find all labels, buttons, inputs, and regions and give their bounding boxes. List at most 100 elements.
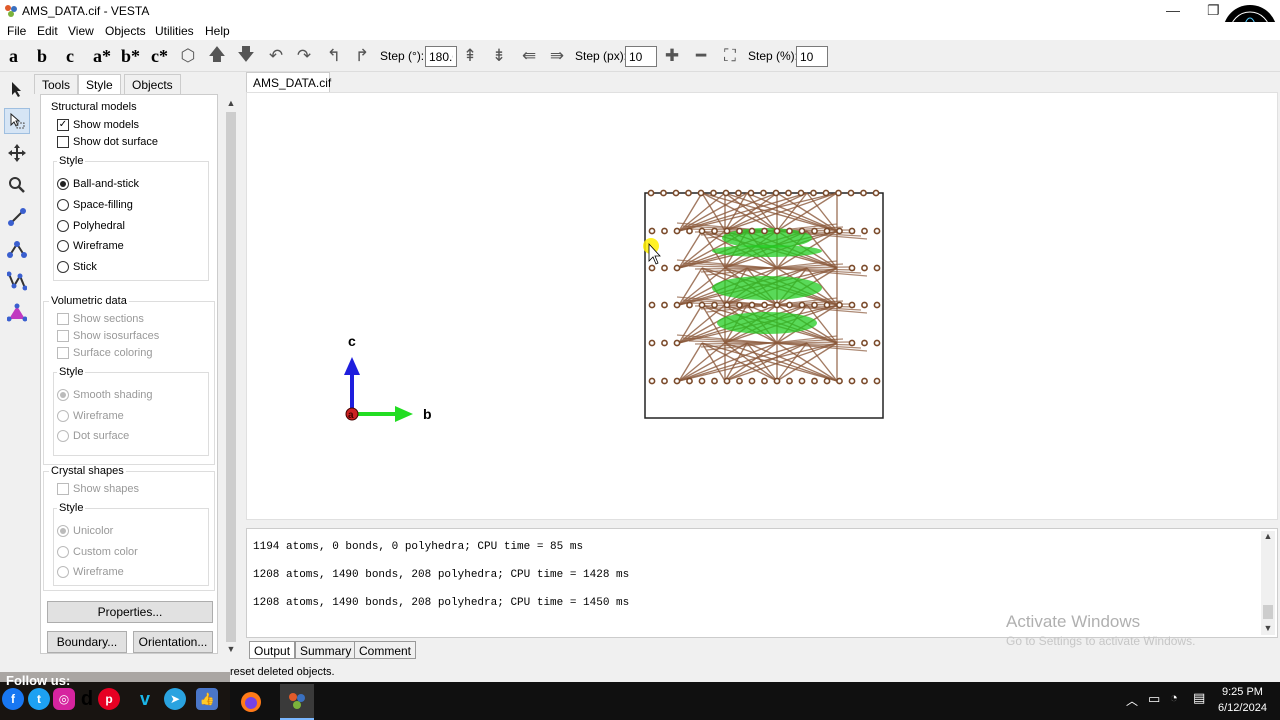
menu-edit[interactable]: Edit	[37, 24, 58, 38]
fit-to-window-icon[interactable]: ⛶	[720, 46, 740, 66]
like-icon[interactable]: 👍	[196, 688, 218, 710]
menu-objects[interactable]: Objects	[105, 24, 146, 38]
step-px-input[interactable]	[625, 46, 657, 67]
atom	[647, 189, 655, 197]
tab-comment[interactable]: Comment	[354, 641, 417, 659]
radio-polyhedral[interactable]: Polyhedral	[57, 220, 125, 232]
show-shapes-checkbox[interactable]: Show shapes	[57, 483, 139, 495]
zoom-out-icon[interactable]: ━	[691, 46, 711, 66]
output-scroll-thumb[interactable]	[1263, 605, 1273, 619]
zoom-in-icon[interactable]: ✚	[662, 46, 682, 66]
side-panel-scrollbar[interactable]: ▲ ▼	[224, 96, 238, 656]
telegram-icon[interactable]: ➤	[164, 688, 186, 710]
move-left-icon[interactable]: ⇚	[519, 46, 539, 66]
move-icon[interactable]	[4, 140, 30, 166]
view-along-b-button[interactable]: b	[37, 46, 47, 67]
output-scroll-down-icon[interactable]: ▼	[1261, 623, 1275, 633]
scroll-up-icon[interactable]: ▲	[225, 98, 237, 108]
tab-style[interactable]: Style	[78, 74, 121, 94]
scroll-thumb[interactable]	[226, 112, 236, 642]
clock-time[interactable]: 9:25 PM	[1222, 686, 1263, 698]
view-along-a-star-button[interactable]: a*	[93, 46, 111, 67]
view-along-c-button[interactable]: c	[66, 46, 74, 67]
bond-angle-icon[interactable]	[4, 236, 30, 262]
rotate-cw-icon[interactable]: ↱	[352, 46, 372, 66]
tab-summary[interactable]: Summary	[295, 641, 357, 659]
clock-date[interactable]: 6/12/2024	[1218, 702, 1267, 714]
notification-icon[interactable]: ▤	[1193, 690, 1205, 706]
facebook-icon[interactable]: f	[2, 688, 24, 710]
bond-length-icon[interactable]	[4, 204, 30, 230]
boundary-button[interactable]: Boundary...	[47, 631, 127, 653]
show-isosurfaces-checkbox[interactable]: Show isosurfaces	[57, 330, 159, 342]
move-up-icon[interactable]: ⇞	[460, 46, 480, 66]
firefox-taskbar-icon[interactable]	[234, 686, 268, 718]
show-dot-surface-checkbox[interactable]: Show dot surface	[57, 136, 158, 148]
output-scroll-up-icon[interactable]: ▲	[1261, 531, 1275, 541]
battery-icon[interactable]: ▭	[1148, 691, 1160, 707]
view-along-b-star-button[interactable]: b*	[121, 46, 140, 67]
orientation-button[interactable]: Orientation...	[133, 631, 213, 653]
atom	[797, 189, 805, 197]
select-region-icon[interactable]	[4, 108, 30, 134]
output-scrollbar[interactable]: ▲ ▼	[1261, 531, 1275, 635]
atom	[773, 301, 781, 309]
atom	[736, 227, 743, 235]
zoom-icon[interactable]	[4, 172, 30, 198]
select-arrow-icon[interactable]	[4, 76, 30, 102]
dihedral-icon[interactable]	[4, 268, 30, 294]
radio-space-filling[interactable]: Space-filling	[57, 199, 133, 211]
menu-view[interactable]: View	[68, 24, 94, 38]
structure-viewport[interactable]: c b a	[246, 92, 1278, 520]
twitter-icon[interactable]: t	[28, 688, 50, 710]
move-right-icon[interactable]: ⇛	[547, 46, 567, 66]
tray-chevron-icon[interactable]: ︿	[1126, 692, 1138, 709]
standard-orientation-icon[interactable]: ⬡	[178, 46, 198, 66]
radio-smooth-shading[interactable]: Smooth shading	[57, 389, 153, 401]
menu-help[interactable]: Help	[205, 24, 230, 38]
scroll-down-icon[interactable]: ▼	[225, 644, 237, 654]
radio-stick[interactable]: Stick	[57, 261, 97, 273]
atom	[672, 189, 680, 197]
vesta-taskbar-icon[interactable]	[280, 684, 314, 720]
rotate-right-icon[interactable]: ↷	[294, 46, 314, 66]
rotate-left-icon[interactable]: ↶	[266, 46, 286, 66]
plane-icon[interactable]	[4, 300, 30, 326]
show-models-checkbox[interactable]: ✓ Show models	[57, 119, 139, 131]
tab-tools[interactable]: Tools	[34, 74, 79, 94]
structure-canvas[interactable]: c b a	[247, 93, 1279, 521]
restore-button[interactable]: ❐	[1207, 2, 1220, 19]
vimeo-icon[interactable]: v	[134, 688, 156, 710]
minimize-button[interactable]: —	[1166, 2, 1180, 18]
rotate-ccw-icon[interactable]: ↰	[324, 46, 344, 66]
tab-objects[interactable]: Objects	[124, 74, 181, 94]
step-deg-input[interactable]	[425, 46, 457, 67]
radio-unicolor[interactable]: Unicolor	[57, 525, 113, 537]
show-sections-checkbox[interactable]: Show sections	[57, 313, 144, 325]
document-tab[interactable]: AMS_DATA.cif	[246, 72, 331, 92]
radio-dot-surface[interactable]: Dot surface	[57, 430, 129, 442]
axis-b-label: b	[423, 406, 432, 422]
rotate-down-icon[interactable]: 🡇	[236, 45, 256, 66]
move-down-icon[interactable]: ⇟	[489, 46, 509, 66]
view-along-a-button[interactable]: a	[9, 46, 18, 67]
radio-crystal-wireframe[interactable]: Wireframe	[57, 566, 124, 578]
view-along-c-star-button[interactable]: c*	[151, 46, 168, 67]
atom	[811, 377, 818, 385]
dailymotion-icon[interactable]: d	[76, 688, 98, 710]
properties-button[interactable]: Properties...	[47, 601, 213, 623]
tab-output[interactable]: Output	[249, 641, 296, 659]
wifi-icon[interactable]: ◔	[1170, 690, 1178, 705]
instagram-icon[interactable]: ◎	[53, 688, 75, 710]
radio-ball-and-stick[interactable]: Ball-and-stick	[57, 178, 139, 190]
rotate-up-icon[interactable]: 🡅	[207, 45, 227, 66]
menu-file[interactable]: File	[7, 24, 26, 38]
menu-utilities[interactable]: Utilities	[155, 24, 194, 38]
step-pct-input[interactable]	[796, 46, 828, 67]
radio-vol-wireframe[interactable]: Wireframe	[57, 410, 124, 422]
atom	[648, 377, 656, 385]
radio-custom-color[interactable]: Custom color	[57, 546, 138, 558]
surface-coloring-checkbox[interactable]: Surface coloring	[57, 347, 153, 359]
pinterest-icon[interactable]: p	[98, 688, 120, 710]
radio-wireframe[interactable]: Wireframe	[57, 240, 124, 252]
